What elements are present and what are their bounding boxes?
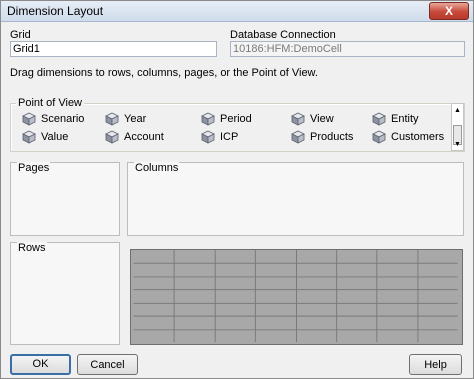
- grid-preview: [130, 249, 463, 345]
- dimension-label: Scenario: [41, 113, 85, 125]
- close-button[interactable]: X: [429, 2, 469, 20]
- database-connection-label: Database Connection: [230, 29, 336, 41]
- dimension-period[interactable]: Period: [201, 112, 252, 126]
- grid-label: Grid: [10, 29, 31, 41]
- dimension-icp[interactable]: ICP: [201, 130, 238, 144]
- scroll-up-icon[interactable]: ▲: [452, 105, 463, 115]
- dimension-icon: [201, 112, 215, 126]
- dimension-entity[interactable]: Entity: [372, 112, 419, 126]
- dimension-label: ICP: [220, 131, 239, 143]
- pages-label: Pages: [17, 162, 51, 174]
- grid-name-field[interactable]: Grid1: [10, 41, 217, 57]
- dialog-window: Dimension Layout X Grid Grid1 Database C…: [0, 0, 474, 379]
- columns-drop-zone[interactable]: Columns: [127, 162, 464, 236]
- dimension-icon: [291, 130, 305, 144]
- dimension-label: Customers: [391, 131, 445, 143]
- dimension-icon: [372, 130, 386, 144]
- dimension-label: Entity: [391, 113, 419, 125]
- dimension-value[interactable]: Value: [22, 130, 68, 144]
- pages-drop-zone[interactable]: Pages: [10, 162, 120, 236]
- dimension-year[interactable]: Year: [105, 112, 146, 126]
- dimension-label: Period: [220, 113, 252, 125]
- cancel-button[interactable]: Cancel: [77, 354, 138, 375]
- scroll-down-icon[interactable]: ▼: [452, 139, 463, 149]
- dimension-products[interactable]: Products: [291, 130, 353, 144]
- columns-label: Columns: [134, 162, 180, 174]
- rows-label: Rows: [17, 242, 47, 254]
- dimension-customers[interactable]: Customers: [372, 130, 444, 144]
- dimension-label: Products: [310, 131, 354, 143]
- point-of-view-group: Point of View: [10, 97, 465, 152]
- dimension-icon: [22, 112, 36, 126]
- dimension-label: Account: [124, 131, 164, 143]
- dimension-label: Value: [41, 131, 69, 143]
- dimension-account[interactable]: Account: [105, 130, 164, 144]
- dimension-scenario[interactable]: Scenario: [22, 112, 84, 126]
- title-bar[interactable]: Dimension Layout X: [1, 1, 473, 22]
- dimension-icon: [372, 112, 386, 126]
- point-of-view-label: Point of View: [16, 97, 85, 109]
- ok-button[interactable]: OK: [10, 354, 71, 375]
- dimension-label: Year: [124, 113, 147, 125]
- dimension-icon: [105, 112, 119, 126]
- window-title: Dimension Layout: [7, 4, 104, 18]
- dimension-icon: [105, 130, 119, 144]
- pov-scrollbar[interactable]: ▲ ▼: [451, 103, 464, 151]
- rows-drop-zone[interactable]: Rows: [10, 242, 120, 345]
- dimension-icon: [22, 130, 36, 144]
- dimension-view[interactable]: View: [291, 112, 334, 126]
- dimension-label: View: [310, 113, 334, 125]
- database-connection-field: 10186:HFM:DemoCell: [230, 41, 465, 57]
- dimension-icon: [201, 130, 215, 144]
- help-button[interactable]: Help: [409, 354, 462, 375]
- dimension-icon: [291, 112, 305, 126]
- instruction-text: Drag dimensions to rows, columns, pages,…: [10, 67, 318, 79]
